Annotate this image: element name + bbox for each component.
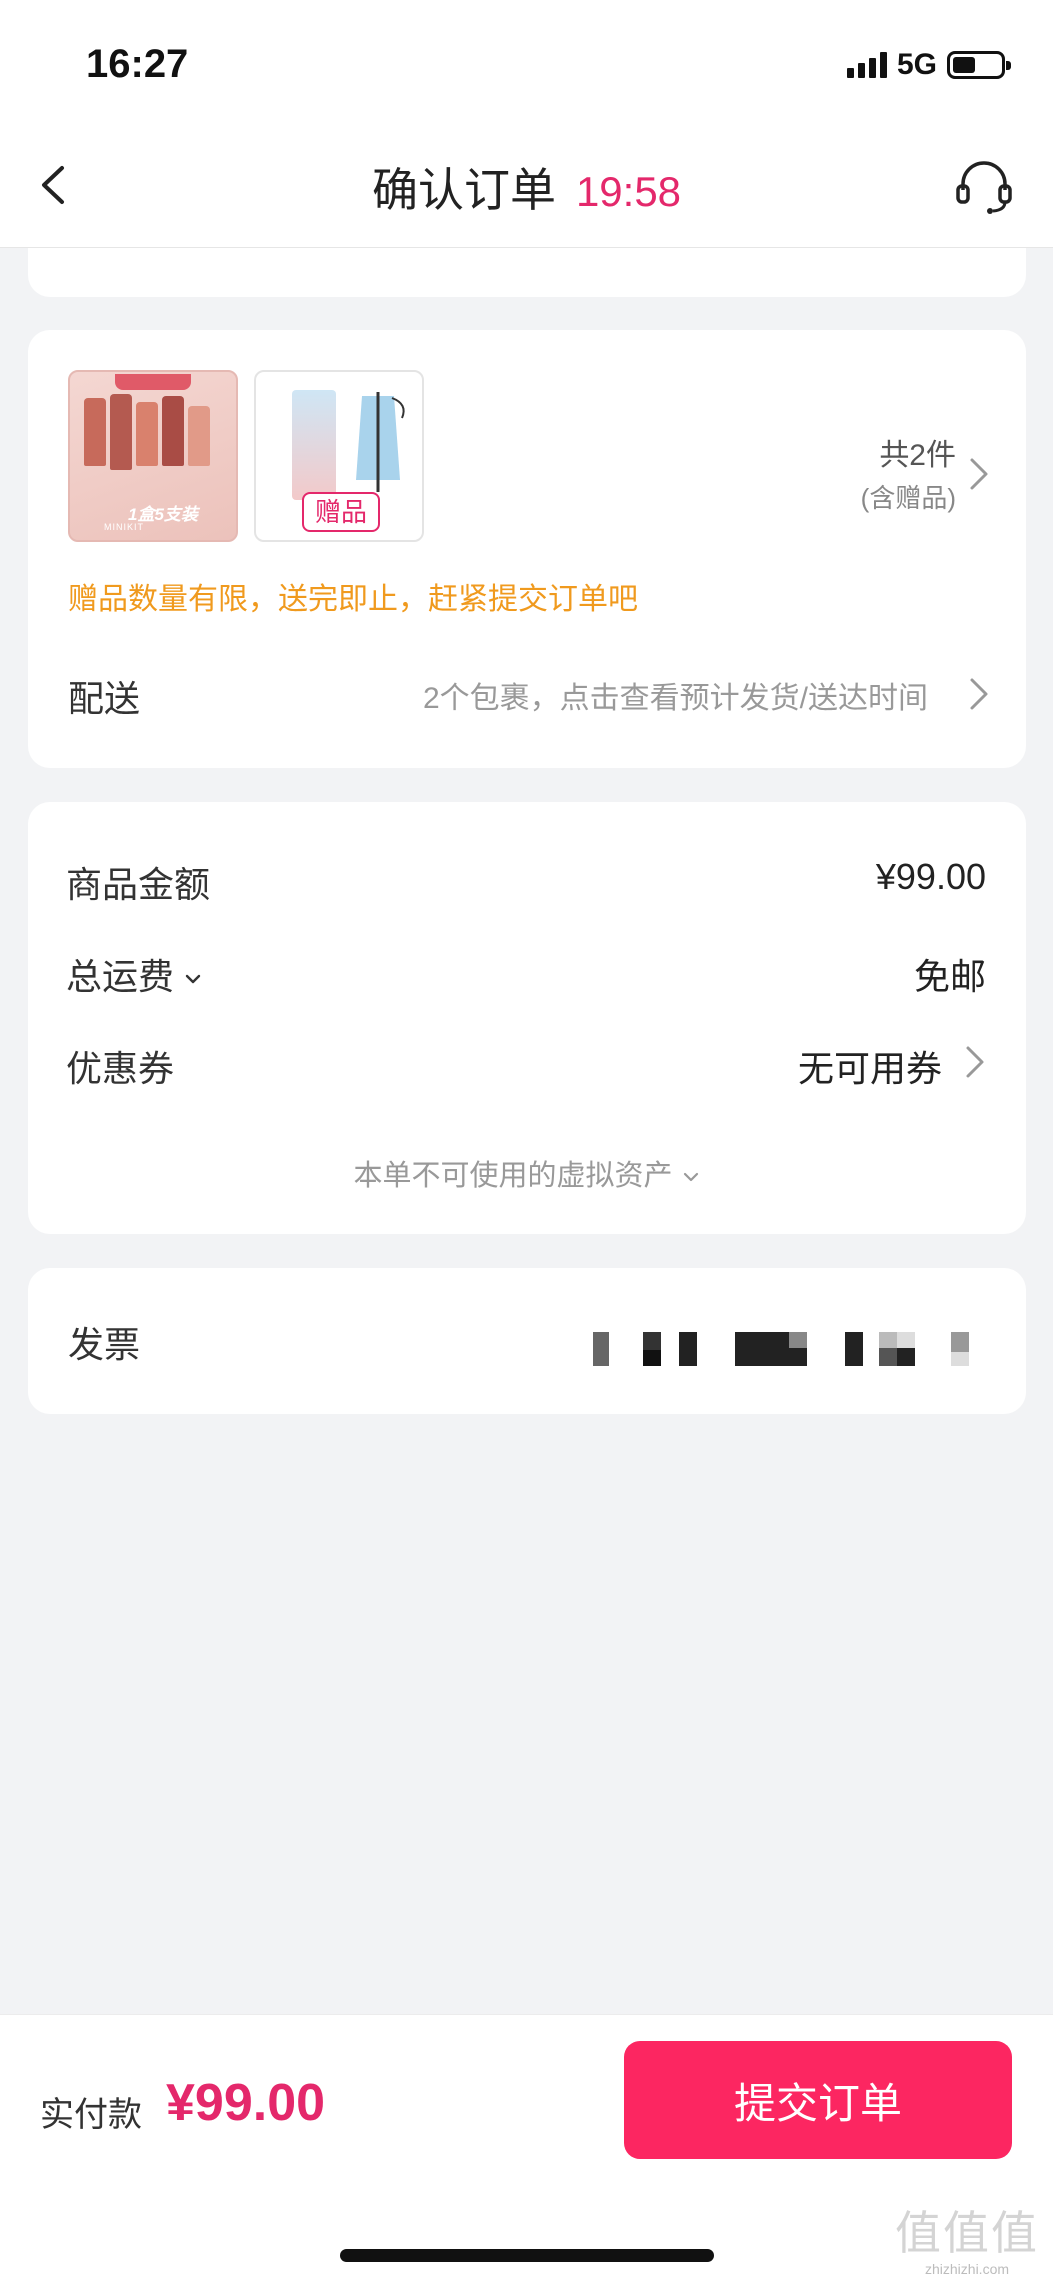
delivery-info[interactable]: 2个包裹，点击查看预计发货/送达时间 [423, 673, 928, 717]
pay-label: 实付款 [40, 2096, 142, 2134]
bottom-bar: 实付款 ¥99.00 提交订单 值值值 zhizhizhi.com [0, 2014, 1053, 2279]
invoice-card[interactable]: 发票 [28, 1268, 1026, 1414]
chevron-right-icon[interactable] [966, 454, 992, 494]
gift-tag: 赠品 [302, 492, 380, 532]
home-indicator[interactable] [340, 2249, 714, 2262]
product-pack-sub: MINIKIT [104, 522, 144, 532]
item-count[interactable]: 共2件 (含赠品) [861, 430, 956, 515]
shipping-toggle[interactable]: 总运费 [66, 948, 204, 1000]
signal-bars-icon [846, 52, 887, 78]
virtual-assets-toggle[interactable]: 本单不可使用的虚拟资产 [28, 1152, 1026, 1194]
gift-warning: 赠品数量有限，送完即止，赶紧提交订单吧 [68, 583, 638, 616]
coupon-value[interactable]: 无可用券 [798, 1040, 942, 1092]
invoice-label: 发票 [68, 1324, 141, 1365]
umbrella-illustration [356, 392, 405, 492]
top-bar: 16:27 5G 确认订单 19:58 [0, 0, 1053, 248]
headset-icon[interactable] [953, 156, 1015, 218]
item-count-note: (含赠品) [860, 483, 956, 513]
status-icons: 5G [846, 48, 1011, 82]
watermark-url: zhizhizhi.com [924, 2261, 1010, 2277]
chevron-right-icon[interactable] [966, 674, 992, 714]
subtotal-label: 商品金额 [66, 864, 211, 905]
chevron-down-icon [185, 975, 201, 984]
watermark-logo: 值值值 zhizhizhi.com [895, 2197, 1039, 2277]
countdown-timer: 19:58 [575, 168, 682, 215]
network-type: 5G [896, 48, 937, 81]
watermark-text: 值值值 [895, 2206, 1039, 2260]
price-card: 商品金额 ¥99.00 总运费 免邮 优惠券 无可用券 本单不可使用的虚拟资产 [28, 802, 1026, 1234]
address-card-partial: ▔▔▔ ▔▔ ▔▔ [28, 248, 1026, 297]
coupon-label: 优惠券 [66, 1048, 175, 1089]
shipping-label: 总运费 [66, 956, 175, 997]
item-count-text: 共2件 [879, 439, 956, 472]
status-time: 16:27 [86, 42, 189, 86]
shipping-value: 免邮 [913, 956, 986, 997]
product-thumbnail[interactable]: 1盒5支装 MINIKIT [68, 370, 238, 542]
chevron-right-icon[interactable] [962, 1042, 988, 1082]
nav-title-group: 确认订单 19:58 [0, 154, 1053, 220]
page-title: 确认订单 [371, 164, 556, 216]
submit-order-button[interactable]: 提交订单 [624, 2041, 1012, 2159]
gift-thumbnail[interactable]: 赠品 [254, 370, 424, 542]
subtotal-value: ¥99.00 [875, 856, 986, 897]
mosaic-redaction [593, 1332, 969, 1366]
battery-icon [947, 51, 1011, 79]
virtual-assets-text: 本单不可使用的虚拟资产 [353, 1160, 673, 1192]
goods-card: 1盒5支装 MINIKIT 赠品 共2件 (含赠品) 赠品数量有限，送完即止，赶… [28, 330, 1026, 768]
pay-amount: ¥99.00 [166, 2074, 326, 2132]
delivery-label: 配送 [68, 678, 141, 719]
chevron-down-icon [683, 1173, 698, 1182]
